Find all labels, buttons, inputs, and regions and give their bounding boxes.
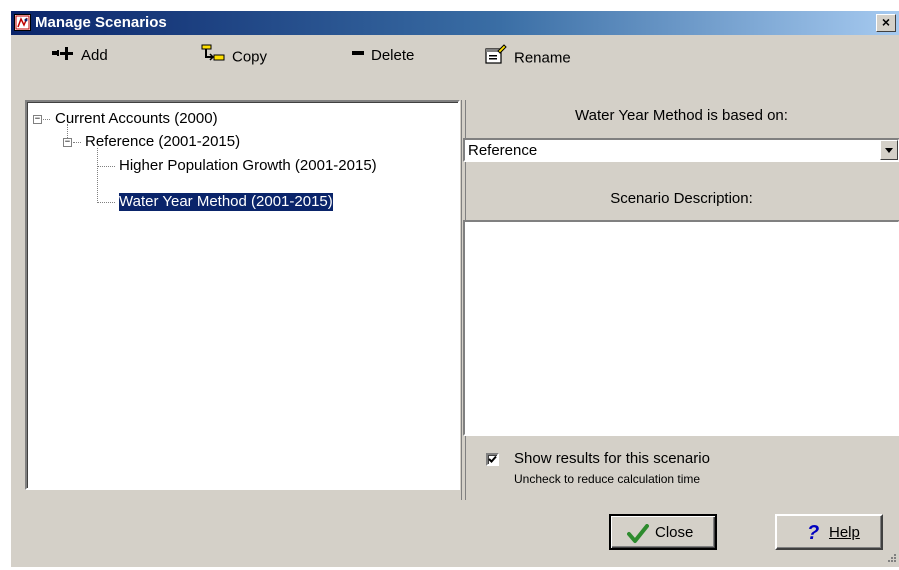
rename-icon: [484, 43, 508, 74]
close-icon: ×: [881, 14, 891, 30]
tree-connector: [73, 142, 81, 143]
help-button-label: Help: [829, 524, 860, 541]
show-results-label[interactable]: Show results for this scenario: [514, 450, 710, 468]
close-window-button[interactable]: ×: [876, 14, 896, 32]
tree-node-current-accounts[interactable]: Current Accounts (2000): [55, 110, 218, 128]
tree-connector: [97, 166, 115, 167]
calculation-time-hint: Uncheck to reduce calculation time: [514, 472, 701, 486]
add-label: Add: [81, 47, 108, 65]
add-icon: [51, 43, 75, 69]
rename-button[interactable]: Rename: [484, 43, 571, 69]
toolbar: Add Copy Delete Rename: [11, 37, 899, 75]
delete-icon: [351, 43, 365, 69]
based-on-value: Reference: [468, 142, 538, 159]
copy-label: Copy: [232, 48, 268, 66]
based-on-select[interactable]: Reference: [463, 138, 899, 162]
based-on-label: Water Year Method is based on:: [575, 107, 788, 124]
rename-label: Rename: [514, 49, 571, 67]
tree-node-water-year-method[interactable]: Water Year Method (2001-2015): [118, 192, 334, 212]
manage-scenarios-window: Manage Scenarios × Add Copy Delete Renam…: [10, 10, 899, 567]
scenario-tree[interactable]: − Current Accounts (2000) − Reference (2…: [25, 100, 460, 490]
show-results-checkbox[interactable]: [486, 453, 499, 466]
chevron-down-icon[interactable]: [880, 140, 898, 160]
tree-connector: [97, 202, 115, 203]
close-button[interactable]: Close: [609, 514, 717, 550]
app-icon: [14, 14, 31, 31]
collapse-icon[interactable]: −: [63, 138, 72, 147]
tree-node-reference[interactable]: Reference (2001-2015): [85, 133, 240, 151]
window-title: Manage Scenarios: [35, 14, 167, 31]
copy-button[interactable]: Copy: [200, 43, 267, 69]
help-button[interactable]: ? Help: [775, 514, 883, 550]
scenario-description-textarea[interactable]: [463, 220, 899, 436]
tree-connector: [97, 148, 98, 203]
close-button-label: Close: [655, 524, 694, 541]
collapse-icon[interactable]: −: [33, 115, 42, 124]
copy-icon: [200, 43, 226, 72]
add-button[interactable]: Add: [51, 43, 108, 69]
tree-connector: [43, 119, 50, 120]
checkmark-icon: [627, 524, 649, 548]
resize-grip-icon[interactable]: [883, 551, 897, 565]
delete-label: Delete: [371, 47, 415, 65]
question-mark-icon: ?: [807, 522, 820, 544]
checkmark-icon: [488, 455, 497, 463]
title-bar[interactable]: Manage Scenarios ×: [11, 11, 899, 35]
scenario-description-label: Scenario Description:: [610, 190, 753, 207]
tree-connector: [67, 124, 68, 138]
tree-node-higher-population-growth[interactable]: Higher Population Growth (2001-2015): [119, 157, 377, 175]
delete-button[interactable]: Delete: [351, 43, 414, 69]
